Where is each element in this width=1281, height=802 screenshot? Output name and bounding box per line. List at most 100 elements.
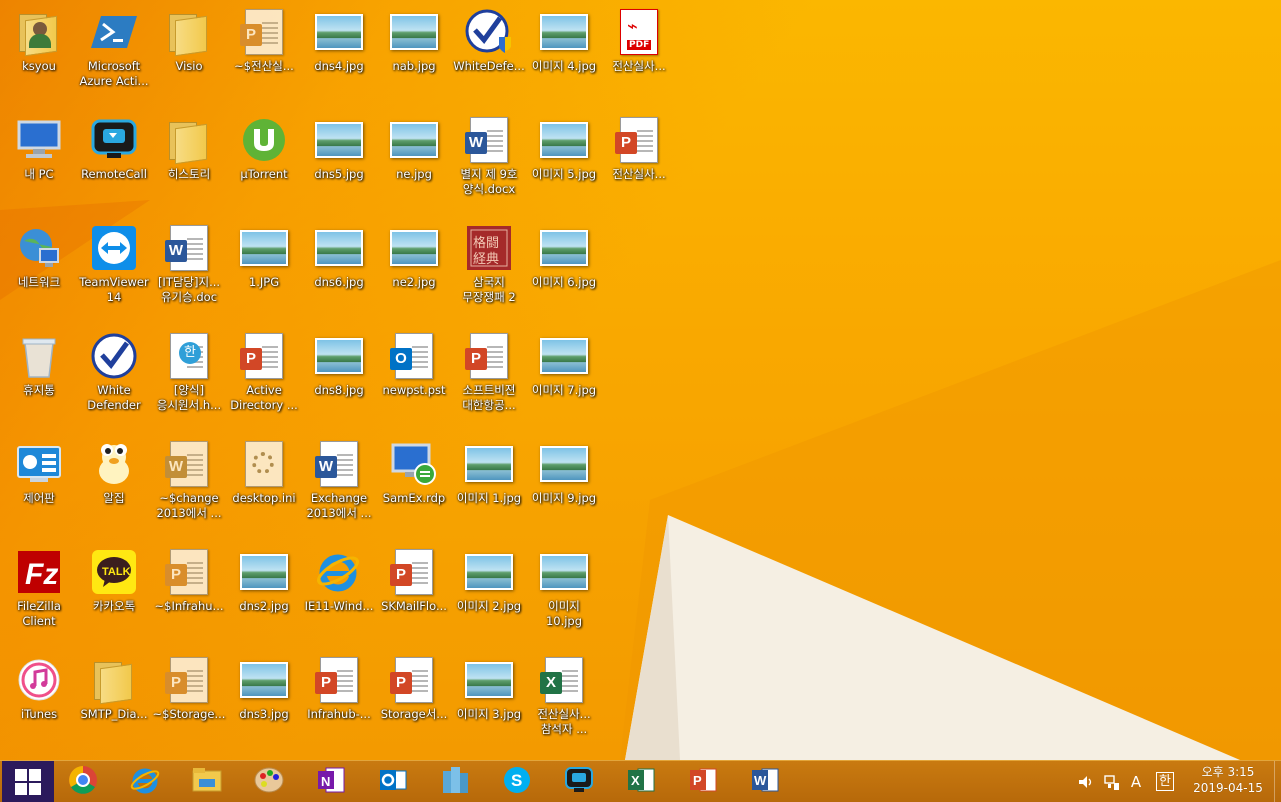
desktop-icon-smtp-dia[interactable]: SMTP_Dia... bbox=[76, 652, 152, 752]
desktop-icon-전산실사[interactable]: X 전산실사... 참석자 ... bbox=[526, 652, 602, 752]
desktop-icon-이미지-7-jpg[interactable]: 이미지 7.jpg bbox=[526, 328, 602, 428]
desktop-icon-whitedefe[interactable]: WhiteDefe... bbox=[451, 4, 527, 104]
desktop[interactable]: ksyou 내 PC 네트워크휴지통제어판 Fz FileZilla Client iTu… bbox=[0, 0, 1281, 760]
desktop-icon-itunes[interactable]: iTunes bbox=[1, 652, 77, 752]
desktop-icon-label: iTunes bbox=[20, 707, 58, 721]
desktop-icon-teamviewer[interactable]: TeamViewer 14 bbox=[76, 220, 152, 320]
excel-icon: X bbox=[626, 765, 656, 799]
speaker-icon bbox=[1079, 775, 1092, 788]
desktop-icon-remotecall[interactable]: RemoteCall bbox=[76, 112, 152, 212]
desktop-icon-newpst-pst[interactable]: Onewpst.pst bbox=[376, 328, 452, 428]
desktop-icon-dns5-jpg[interactable]: dns5.jpg bbox=[301, 112, 377, 212]
desktop-icon-dns4-jpg[interactable]: dns4.jpg bbox=[301, 4, 377, 104]
ime-language-indicator[interactable]: 한 bbox=[1154, 761, 1176, 802]
desktop-icon-이미지-2-jpg[interactable]: 이미지 2.jpg bbox=[451, 544, 527, 644]
desktop-icon-ne-jpg[interactable]: ne.jpg bbox=[376, 112, 452, 212]
desktop-icon-visio[interactable]: Visio bbox=[151, 4, 227, 104]
svg-text:経典: 経典 bbox=[473, 252, 499, 267]
desktop-icon-dns6-jpg[interactable]: dns6.jpg bbox=[301, 220, 377, 320]
desktop-icon-전산실사[interactable]: ⌁ PDF 전산실사... bbox=[601, 4, 677, 104]
desktop-icon-dns8-jpg[interactable]: dns8.jpg bbox=[301, 328, 377, 428]
desktop-icon-white[interactable]: White Defender bbox=[76, 328, 152, 428]
desktop-icon-filezilla[interactable]: Fz FileZilla Client bbox=[1, 544, 77, 644]
desktop-icon-skmailflo[interactable]: P SKMailFlo... bbox=[376, 544, 452, 644]
taskbar-onenote-button[interactable]: N bbox=[305, 761, 357, 802]
taskbar-paint-button[interactable] bbox=[243, 761, 295, 802]
image-file-icon bbox=[315, 224, 363, 272]
desktop-icon-이미지-9-jpg[interactable]: 이미지 9.jpg bbox=[526, 436, 602, 536]
desktop-icon-전산실사[interactable]: P 전산실사... bbox=[601, 112, 677, 212]
taskbar-skype-button[interactable]: S bbox=[491, 761, 543, 802]
file-explorer-icon bbox=[191, 765, 223, 799]
desktop-icon-storage[interactable]: P ~$Storage... bbox=[151, 652, 227, 752]
ppt-doc-icon: P bbox=[240, 332, 288, 380]
desktop-icon-휴지통[interactable]: 휴지통 bbox=[1, 328, 77, 428]
desktop-icon-infrahu[interactable]: P ~$Infrahu... bbox=[151, 544, 227, 644]
desktop-icon-이미지-4-jpg[interactable]: 이미지 4.jpg bbox=[526, 4, 602, 104]
taskbar-chrome-button[interactable] bbox=[57, 761, 109, 802]
taskbar-outlook-button[interactable] bbox=[367, 761, 419, 802]
desktop-icon-ne2-jpg[interactable]: ne2.jpg bbox=[376, 220, 452, 320]
desktop-icon-1-jpg[interactable]: 1.JPG bbox=[226, 220, 302, 320]
desktop-icon-nab-jpg[interactable]: nab.jpg bbox=[376, 4, 452, 104]
desktop-icon-active[interactable]: P Active Directory ... bbox=[226, 328, 302, 428]
desktop-icon-ksyou[interactable]: ksyou bbox=[1, 4, 77, 104]
taskbar-powerpoint-button[interactable]: P bbox=[677, 761, 729, 802]
network-tray-icon bbox=[1104, 774, 1119, 790]
ime-language-label: 한 bbox=[1156, 772, 1174, 791]
taskbar-servers-button[interactable] bbox=[429, 761, 481, 802]
desktop-icon-전산실[interactable]: P ~$전산실... bbox=[226, 4, 302, 104]
desktop-icon-이미지[interactable]: 이미지 10.jpg bbox=[526, 544, 602, 644]
desktop-icon-samex-rdp[interactable]: SamEx.rdp bbox=[376, 436, 452, 536]
desktop-icon-이미지-1-jpg[interactable]: 이미지 1.jpg bbox=[451, 436, 527, 536]
start-button[interactable] bbox=[2, 761, 54, 802]
desktop-icon-label: 이미지 7.jpg bbox=[531, 383, 597, 397]
desktop-icon-소프트비젼[interactable]: P 소프트비젼 대한항공... bbox=[451, 328, 527, 428]
desktop-icon-change[interactable]: W ~$change 2013에서 ... bbox=[151, 436, 227, 536]
desktop-icon-제어판[interactable]: 제어판 bbox=[1, 436, 77, 536]
ppt-temp-icon: P bbox=[240, 8, 288, 56]
desktop-icon-양식[interactable]: 한 [양식] 응시원서.h... bbox=[151, 328, 227, 428]
taskbar-remotecall-button[interactable] bbox=[553, 761, 605, 802]
desktop-icon-카카오톡[interactable]: TALK 카카오톡 bbox=[76, 544, 152, 644]
folder-icon bbox=[90, 656, 138, 705]
onenote-icon: N bbox=[316, 765, 346, 799]
ime-mode-indicator[interactable]: A bbox=[1126, 761, 1146, 802]
word-doc-icon: W bbox=[465, 116, 513, 164]
word-doc-icon: W bbox=[315, 440, 363, 488]
desktop-icon-네트워크[interactable]: 네트워크 bbox=[1, 220, 77, 320]
desktop-icon-ie11-wind[interactable]: IE11-Wind... bbox=[301, 544, 377, 644]
desktop-icon-label: 알집 bbox=[103, 491, 125, 505]
desktop-icon-storage서[interactable]: P Storage서... bbox=[376, 652, 452, 752]
desktop-icon-삼국지[interactable]: 格闘 経典 삼국지 무장쟁패 2 bbox=[451, 220, 527, 320]
desktop-icon-torrent[interactable]: µTorrent bbox=[226, 112, 302, 212]
clock[interactable]: 오후 3:15 2019-04-15 bbox=[1188, 764, 1268, 796]
ie-icon bbox=[130, 765, 160, 799]
desktop-icon-label: ~$Infrahu... bbox=[154, 599, 224, 613]
taskbar-file-explorer-button[interactable] bbox=[181, 761, 233, 802]
desktop-icon-label: dns2.jpg bbox=[239, 599, 289, 613]
desktop-icon-히스토리[interactable]: 히스토리 bbox=[151, 112, 227, 212]
desktop-icon-알집[interactable]: 알집 bbox=[76, 436, 152, 536]
desktop-icon-microsoft[interactable]: Microsoft Azure Acti... bbox=[76, 4, 152, 104]
desktop-icon-it담당-지[interactable]: W [IT담당]지... 유기승.doc bbox=[151, 220, 227, 320]
desktop-icon-이미지-3-jpg[interactable]: 이미지 3.jpg bbox=[451, 652, 527, 752]
desktop-icon-desktop-ini[interactable]: desktop.ini bbox=[226, 436, 302, 536]
desktop-icon-infrahub[interactable]: P Infrahub-... bbox=[301, 652, 377, 752]
desktop-icon-이미지-5-jpg[interactable]: 이미지 5.jpg bbox=[526, 112, 602, 212]
show-desktop-button[interactable] bbox=[1274, 761, 1281, 802]
volume-button[interactable] bbox=[1076, 761, 1096, 802]
desktop-icon-exchange[interactable]: W Exchange 2013에서 ... bbox=[301, 436, 377, 536]
desktop-icon-이미지-6-jpg[interactable]: 이미지 6.jpg bbox=[526, 220, 602, 320]
taskbar-ie-button[interactable] bbox=[119, 761, 171, 802]
network-tray-button[interactable] bbox=[1100, 761, 1122, 802]
desktop-icon-내-pc[interactable]: 내 PC bbox=[1, 112, 77, 212]
desktop-icon-dns2-jpg[interactable]: dns2.jpg bbox=[226, 544, 302, 644]
desktop-icon-별지-제-9호[interactable]: W 별지 제 9호 양식.docx bbox=[451, 112, 527, 212]
taskbar-word-button[interactable]: W bbox=[739, 761, 791, 802]
desktop-icon-label: TeamViewer 14 bbox=[79, 275, 149, 304]
desktop-icon-dns3-jpg[interactable]: dns3.jpg bbox=[226, 652, 302, 752]
image-file-icon bbox=[540, 224, 588, 272]
taskbar-excel-button[interactable]: X bbox=[615, 761, 667, 802]
desktop-icon-label: dns5.jpg bbox=[314, 167, 364, 181]
